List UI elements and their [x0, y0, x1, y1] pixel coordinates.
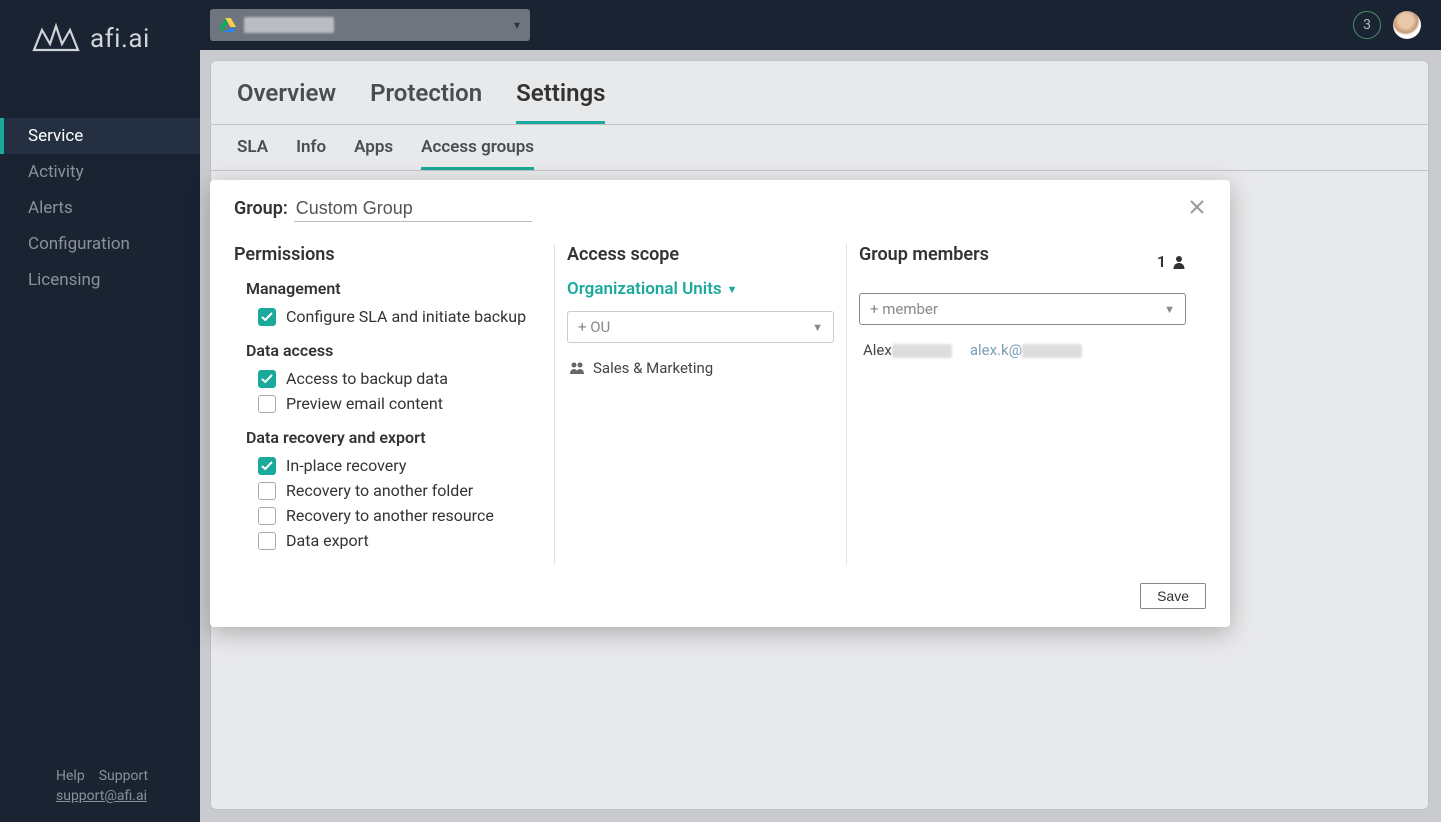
- user-avatar[interactable]: [1393, 11, 1421, 39]
- sidebar-item-activity[interactable]: Activity: [0, 154, 200, 190]
- group-members-column: Group members 1 + member ▼ Alex: [846, 244, 1206, 565]
- checkbox-icon: [258, 507, 276, 525]
- tenant-name-redacted: [244, 17, 334, 33]
- support-email-link[interactable]: support@afi.ai: [56, 788, 147, 804]
- perm-label: Recovery to another resource: [286, 506, 494, 525]
- perm-group-recovery: Data recovery and export In-place recove…: [246, 428, 534, 553]
- perm-group-title: Data recovery and export: [246, 428, 534, 447]
- permissions-column: Permissions Management Configure SLA and…: [234, 244, 554, 565]
- member-name-redacted: [892, 344, 952, 358]
- save-button[interactable]: Save: [1140, 583, 1206, 609]
- access-scope-column: Access scope Organizational Units ▼ + OU…: [554, 244, 846, 565]
- content: Overview Protection Settings SLA Info Ap…: [200, 50, 1441, 822]
- checkbox-icon: [258, 532, 276, 550]
- notification-badge[interactable]: 3: [1353, 11, 1381, 39]
- group-icon: [569, 361, 585, 375]
- scope-type-dropdown[interactable]: Organizational Units ▼: [567, 279, 738, 299]
- close-icon: [1188, 198, 1206, 216]
- ou-name: Sales & Marketing: [593, 359, 713, 377]
- perm-configure-sla[interactable]: Configure SLA and initiate backup: [246, 304, 534, 329]
- members-count-number: 1: [1157, 252, 1166, 271]
- subtab-access-groups[interactable]: Access groups: [421, 137, 534, 170]
- perm-group-data-access: Data access Access to backup data Previe…: [246, 341, 534, 416]
- perm-label: Configure SLA and initiate backup: [286, 307, 526, 326]
- caret-down-icon: ▼: [812, 321, 823, 334]
- perm-recovery-resource[interactable]: Recovery to another resource: [246, 503, 534, 528]
- tab-settings[interactable]: Settings: [516, 79, 605, 124]
- perm-data-export[interactable]: Data export: [246, 528, 534, 553]
- ou-placeholder: + OU: [578, 318, 610, 336]
- main-nav: Service Activity Alerts Configuration Li…: [0, 78, 200, 752]
- person-icon: [1172, 255, 1186, 269]
- scope-type-label: Organizational Units: [567, 279, 722, 299]
- ou-item: Sales & Marketing: [567, 355, 834, 381]
- perm-label: Preview email content: [286, 394, 443, 413]
- sidebar-item-configuration[interactable]: Configuration: [0, 226, 200, 262]
- google-drive-icon: [220, 18, 236, 32]
- checkbox-icon: [258, 457, 276, 475]
- perm-recovery-folder[interactable]: Recovery to another folder: [246, 478, 534, 503]
- help-link[interactable]: Help: [56, 768, 85, 784]
- subtab-info[interactable]: Info: [296, 137, 326, 170]
- sidebar-item-service[interactable]: Service: [0, 118, 200, 154]
- member-email-redacted: [1022, 344, 1082, 358]
- secondary-tabs: SLA Info Apps Access groups: [211, 125, 1428, 171]
- member-select[interactable]: + member ▼: [859, 293, 1186, 325]
- tab-protection[interactable]: Protection: [370, 79, 482, 124]
- caret-down-icon: ▼: [727, 283, 738, 296]
- perm-preview-email[interactable]: Preview email content: [246, 391, 534, 416]
- crown-icon: [32, 22, 80, 56]
- members-count: 1: [1157, 252, 1186, 271]
- perm-group-management: Management Configure SLA and initiate ba…: [246, 279, 534, 329]
- member-item: Alex alex.k@: [859, 337, 1186, 363]
- support-link[interactable]: Support: [99, 768, 148, 784]
- perm-group-title: Management: [246, 279, 534, 298]
- subtab-sla[interactable]: SLA: [237, 137, 268, 170]
- brand-logo: afi.ai: [0, 0, 200, 78]
- perm-inplace-recovery[interactable]: In-place recovery: [246, 453, 534, 478]
- group-label: Group:: [234, 198, 288, 219]
- perm-label: Access to backup data: [286, 369, 448, 388]
- group-edit-modal: Group: Permissions Management: [210, 180, 1230, 627]
- ou-select[interactable]: + OU ▼: [567, 311, 834, 343]
- main-area: ▾ 3 Overview Protection Settings SLA Inf…: [200, 0, 1441, 822]
- primary-tabs: Overview Protection Settings: [211, 61, 1428, 125]
- tenant-selector[interactable]: ▾: [210, 9, 530, 41]
- checkbox-icon: [258, 308, 276, 326]
- member-email: alex.k@: [970, 341, 1082, 359]
- permissions-heading: Permissions: [234, 244, 534, 265]
- checkbox-icon: [258, 370, 276, 388]
- subtab-apps[interactable]: Apps: [354, 137, 393, 170]
- sidebar-item-alerts[interactable]: Alerts: [0, 190, 200, 226]
- sidebar-footer: Help Support support@afi.ai: [0, 752, 200, 822]
- sidebar: afi.ai Service Activity Alerts Configura…: [0, 0, 200, 822]
- checkbox-icon: [258, 395, 276, 413]
- caret-down-icon: ▼: [1164, 303, 1175, 316]
- tab-overview[interactable]: Overview: [237, 79, 336, 124]
- perm-access-backup[interactable]: Access to backup data: [246, 366, 534, 391]
- checkbox-icon: [258, 482, 276, 500]
- perm-label: In-place recovery: [286, 456, 406, 475]
- close-button[interactable]: [1188, 198, 1206, 220]
- perm-label: Data export: [286, 531, 369, 550]
- access-scope-heading: Access scope: [567, 244, 834, 265]
- brand-text: afi.ai: [90, 24, 150, 54]
- member-placeholder: + member: [870, 300, 938, 318]
- perm-label: Recovery to another folder: [286, 481, 473, 500]
- topbar: ▾ 3: [200, 0, 1441, 50]
- perm-group-title: Data access: [246, 341, 534, 360]
- chevron-down-icon: ▾: [514, 18, 520, 32]
- members-heading: Group members: [859, 244, 989, 265]
- sidebar-item-licensing[interactable]: Licensing: [0, 262, 200, 298]
- group-name-input[interactable]: [294, 198, 532, 222]
- member-name: Alex: [863, 341, 952, 359]
